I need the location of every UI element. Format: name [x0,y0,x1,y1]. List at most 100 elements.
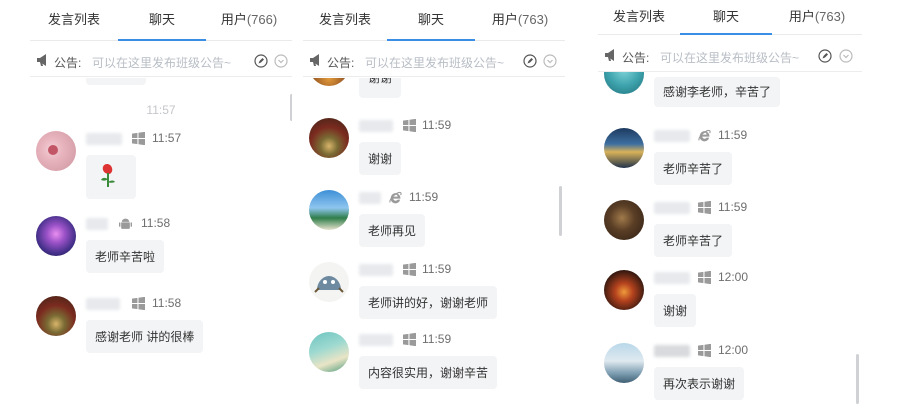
chevron-down-icon[interactable] [274,54,288,68]
windows-icon [698,271,711,284]
chat-message: 11:59 老师辛苦了 [598,128,862,198]
message-time: 11:59 [409,190,439,204]
avatar[interactable] [36,216,76,256]
tab-bar: 发言列表 聊天 用户(766) [30,0,292,41]
notice-bar: 公告: 可以在这里发布班级公告~ [303,46,565,77]
message-list[interactable]: 感谢李老师，辛苦了 11:59 老师辛苦了 11:59 老师辛苦了 12:00 … [598,72,862,405]
user-count: (763) [814,9,846,24]
chevron-down-icon[interactable] [543,54,557,68]
tab-chat[interactable]: 聊天 [118,0,206,41]
tab-users-label: 用户 [491,12,518,27]
edit-icon[interactable] [254,54,268,68]
avatar[interactable] [36,296,76,336]
tab-chat[interactable]: 聊天 [680,0,772,35]
message-time: 11:59 [422,332,452,346]
tab-users[interactable]: 用户(766) [206,0,292,40]
message-bubble: 谢谢 [654,294,697,327]
notice-bar: 公告: 可以在这里发布班级公告~ [30,46,292,77]
tab-users[interactable]: 用户(763) [772,0,862,34]
windows-icon [403,333,416,346]
tab-bar: 发言列表 聊天 用户(763) [303,0,565,41]
chat-panel-3: 发言列表 聊天 用户(763) 公告: 可以在这里发布班级公告~ 感谢李老师，辛… [598,0,862,405]
partial-bubble: 感谢李老师，辛苦了 [654,77,781,107]
avatar[interactable] [309,190,349,230]
message-list[interactable]: 11:57 11:57 11:58 老师辛苦啦 11:58 感谢老师 讲的很棒 [30,78,292,405]
username-blurred [86,218,108,230]
message-bubble: 老师辛苦了 [654,224,733,257]
rose-icon [101,164,115,187]
windows-icon [403,263,416,276]
chat-message: 11:59 老师辛苦了 [598,200,862,270]
username-blurred [359,120,393,132]
message-time: 11:57 [152,131,182,145]
partial-bubble [86,78,146,85]
notice-hint[interactable]: 可以在这里发布班级公告~ [660,49,799,66]
username-blurred [359,192,381,204]
notice-bar: 公告: 可以在这里发布班级公告~ [598,41,862,72]
tab-users[interactable]: 用户(763) [475,0,565,40]
partial-avatar [309,78,349,86]
android-icon [119,218,132,229]
chat-message: 11:59 谢谢 [303,118,565,188]
megaphone-icon [37,54,46,66]
tab-speech-list[interactable]: 发言列表 [30,0,118,40]
message-time: 11:58 [141,216,171,230]
message-time: 12:00 [718,343,749,357]
avatar-flower [48,145,58,155]
username-blurred [654,272,690,284]
username-blurred [86,298,120,310]
windows-icon [403,119,416,132]
partial-bubble-text: 感谢李老师，辛苦了 [663,85,772,99]
tab-speech-list[interactable]: 发言列表 [303,0,387,40]
chat-message: 11:59 老师讲的好，谢谢老师 [303,262,565,332]
scrollbar[interactable] [856,354,859,404]
chat-message: 11:58 老师辛苦啦 [30,216,292,286]
edit-icon[interactable] [818,49,832,63]
avatar[interactable] [309,118,349,158]
ie-icon [389,191,402,204]
windows-icon [132,132,145,145]
scrollbar[interactable] [559,186,562,236]
message-bubble: 再次表示谢谢 [654,367,745,400]
notice-hint[interactable]: 可以在这里发布班级公告~ [365,54,504,71]
time-divider: 11:57 [146,103,176,117]
notice-label: 公告: [327,56,355,70]
tab-speech-list[interactable]: 发言列表 [598,0,680,34]
message-bubble: 老师辛苦啦 [86,240,165,273]
avatar[interactable] [604,270,644,310]
message-bubble: 谢谢 [359,142,402,175]
windows-icon [132,297,145,310]
user-count: (763) [517,12,549,27]
tab-users-label: 用户 [220,12,247,27]
edit-icon[interactable] [523,54,537,68]
partial-bubble-text: 谢谢 [368,78,393,85]
avatar[interactable] [604,128,644,168]
message-time: 12:00 [718,270,749,284]
user-count: (766) [246,12,278,27]
avatar[interactable] [604,343,644,383]
message-time: 11:59 [422,262,452,276]
tab-users-label: 用户 [788,9,815,24]
message-list[interactable]: 谢谢 11:59 谢谢 11:59 老师再见 11:59 老师讲的好，谢谢老师 [303,78,565,405]
username-blurred [359,334,393,346]
message-time: 11:59 [718,128,748,142]
chat-message: 11:59 内容很实用，谢谢辛苦 [303,332,565,402]
message-bubble: 老师讲的好，谢谢老师 [359,286,498,319]
tab-chat[interactable]: 聊天 [387,0,475,41]
tab-bar: 发言列表 聊天 用户(763) [598,0,862,35]
scrollbar[interactable] [290,94,292,121]
partial-avatar [604,72,644,94]
message-bubble: 老师辛苦了 [654,152,733,185]
message-bubble: 内容很实用，谢谢辛苦 [359,356,498,389]
avatar[interactable] [309,262,349,302]
avatar[interactable] [604,200,644,240]
windows-icon [698,344,711,357]
chat-message: 12:00 谢谢 [598,270,862,340]
notice-label: 公告: [54,56,82,70]
avatar[interactable] [309,332,349,372]
message-time: 11:59 [718,200,748,214]
notice-hint[interactable]: 可以在这里发布班级公告~ [92,54,231,71]
username-blurred [654,345,690,357]
avatar[interactable] [36,131,76,171]
chevron-down-icon[interactable] [839,49,853,63]
